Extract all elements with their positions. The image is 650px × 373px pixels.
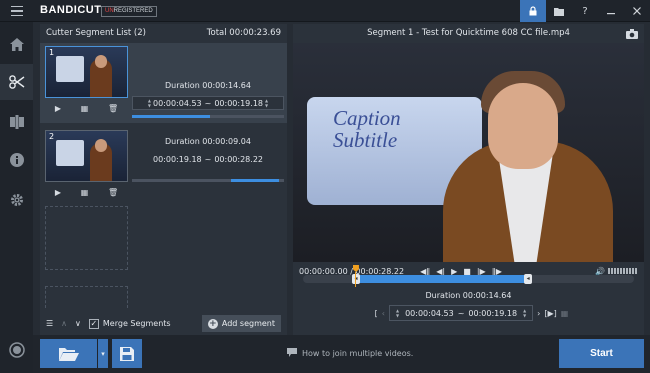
spin-arrows-icon[interactable]: ▲ ▼: [148, 98, 151, 108]
segment-progress-fill: [132, 115, 210, 118]
segment-controls: ▶ ▦ 🗑: [45, 185, 128, 199]
set-start-icon[interactable]: [: [375, 309, 378, 318]
segment-item[interactable]: 1 ▶ ▦ 🗑 Duration 00:00:14.64 ▲ ▼ 00:00:04…: [40, 43, 287, 123]
segment-duration: Duration 00:00:14.64: [165, 81, 251, 90]
list-options-icon[interactable]: ☰: [46, 319, 53, 328]
play-icon[interactable]: ▶: [55, 104, 61, 113]
join-icon[interactable]: [0, 104, 33, 140]
timeline[interactable]: ◂ ◂: [299, 265, 638, 289]
timeline-selection: [355, 275, 529, 283]
segment-range[interactable]: 00:00:19.18 ~ 00:00:28.22: [132, 152, 284, 166]
lock-icon[interactable]: [520, 0, 546, 22]
grid-icon[interactable]: ▦: [81, 188, 89, 197]
left-rail: [0, 22, 33, 373]
end-handle[interactable]: ◂: [524, 274, 533, 284]
spin-arrows-icon[interactable]: ▲ ▼: [265, 98, 268, 108]
empty-segment-slot: [45, 206, 128, 270]
selection-range: [ ‹ ▲ ▼ 00:00:04.53 ~ 00:00:19.18 ▲ ▼ › [▶…: [359, 305, 584, 321]
bottom-bar: ▾ How to join multiple videos. Start: [33, 335, 650, 373]
save-button[interactable]: [112, 339, 142, 368]
play-icon[interactable]: ▶: [55, 188, 61, 197]
delete-icon[interactable]: 🗑: [108, 104, 118, 113]
selection-duration: Duration 00:00:14.64: [425, 291, 512, 300]
start-button[interactable]: Start: [559, 339, 644, 368]
open-file-button[interactable]: [40, 339, 97, 368]
plus-icon: +: [207, 318, 218, 329]
chat-icon: [287, 348, 297, 359]
segment-list-title: Cutter Segment List (2): [46, 28, 146, 38]
save-icon: [120, 346, 134, 361]
video-title: Segment 1 - Test for Quicktime 608 CC fi…: [367, 28, 570, 38]
selection-start[interactable]: 00:00:04.53: [405, 309, 454, 318]
segment-range[interactable]: ▲ ▼ 00:00:04.53 ~ 00:00:19.18 ▲ ▼: [132, 96, 284, 110]
merge-checkbox[interactable]: ✓: [88, 318, 99, 329]
segment-end[interactable]: 00:00:19.18: [214, 99, 263, 108]
close-icon[interactable]: [624, 0, 650, 22]
segment-progress-track: [132, 115, 284, 118]
segment-list-header: Cutter Segment List (2) Total 00:00:23.6…: [40, 24, 287, 42]
segment-progress-track: [132, 179, 284, 182]
settings-icon[interactable]: [0, 182, 33, 218]
video-preview[interactable]: Caption Subtitle: [293, 43, 644, 262]
chevron-down-icon[interactable]: ▾: [98, 339, 108, 368]
segment-list-panel: Cutter Segment List (2) Total 00:00:23.6…: [40, 24, 287, 335]
segment-list-footer: ☰ ∧ ∨ ✓ Merge Segments + Add segment: [40, 312, 287, 335]
minimize-icon[interactable]: [598, 0, 624, 22]
video-title-bar: Segment 1 - Test for Quicktime 608 CC fi…: [293, 24, 644, 42]
video-panel: Segment 1 - Test for Quicktime 608 CC fi…: [293, 24, 644, 335]
add-segment-button[interactable]: + Add segment: [201, 315, 281, 332]
segment-list: 1 ▶ ▦ 🗑 Duration 00:00:14.64 ▲ ▼ 00:00:04…: [40, 43, 287, 199]
set-end-icon[interactable]: ▦: [561, 309, 569, 318]
title-bar: BANDICUT UNREGISTERED ?: [0, 0, 650, 22]
segment-item[interactable]: 2 ▶ ▦ 🗑 Duration 00:00:09.04 00:00:19.18…: [40, 127, 287, 203]
segment-start[interactable]: 00:00:04.53: [153, 99, 202, 108]
prev-frame-icon[interactable]: ‹: [382, 309, 385, 318]
merge-label[interactable]: Merge Segments: [103, 319, 171, 328]
segment-thumbnail[interactable]: 2: [45, 130, 128, 182]
folder-open-icon: [58, 347, 79, 361]
help-icon[interactable]: ?: [572, 0, 598, 22]
segment-start[interactable]: 00:00:19.18: [153, 155, 202, 164]
join-videos-hint[interactable]: How to join multiple videos.: [287, 348, 413, 359]
segment-number: 2: [49, 132, 55, 141]
spin-arrows-icon[interactable]: ▲ ▼: [396, 308, 399, 318]
next-frame-icon[interactable]: ›: [537, 309, 540, 318]
record-icon[interactable]: [0, 332, 33, 368]
spin-arrows-icon[interactable]: ▲ ▼: [523, 308, 526, 318]
registration-badge[interactable]: UNREGISTERED: [101, 6, 157, 17]
video-board-text: Caption Subtitle: [333, 106, 401, 152]
segment-thumbnail[interactable]: 1: [45, 46, 128, 98]
app-brand: BANDICUT: [40, 4, 102, 16]
segment-number: 1: [49, 48, 55, 57]
delete-icon[interactable]: 🗑: [108, 188, 118, 197]
play-selection-icon[interactable]: [▶]: [544, 309, 556, 318]
move-down-icon[interactable]: ∨: [75, 319, 81, 328]
segment-total: Total 00:00:23.69: [206, 28, 281, 38]
grid-icon[interactable]: ▦: [81, 104, 89, 113]
segment-duration: Duration 00:00:09.04: [165, 137, 251, 146]
folder-icon[interactable]: [546, 0, 572, 22]
selection-end[interactable]: 00:00:19.18: [468, 309, 517, 318]
playhead[interactable]: [352, 265, 359, 287]
segment-controls: ▶ ▦ 🗑: [45, 101, 128, 115]
segment-end[interactable]: 00:00:28.22: [214, 155, 263, 164]
cut-icon[interactable]: [0, 64, 33, 100]
empty-segment-slot: [45, 286, 128, 308]
title-bar-icons: ?: [520, 0, 650, 22]
segment-progress-fill: [230, 179, 280, 182]
info-icon[interactable]: [0, 142, 33, 178]
selection-time-box[interactable]: ▲ ▼ 00:00:04.53 ~ 00:00:19.18 ▲ ▼: [388, 305, 534, 321]
home-icon[interactable]: [0, 26, 33, 62]
move-up-icon[interactable]: ∧: [61, 319, 67, 328]
menu-icon[interactable]: [0, 0, 33, 22]
bandicut-window: BANDICUT UNREGISTERED ? Cutter Segment L…: [0, 0, 650, 373]
